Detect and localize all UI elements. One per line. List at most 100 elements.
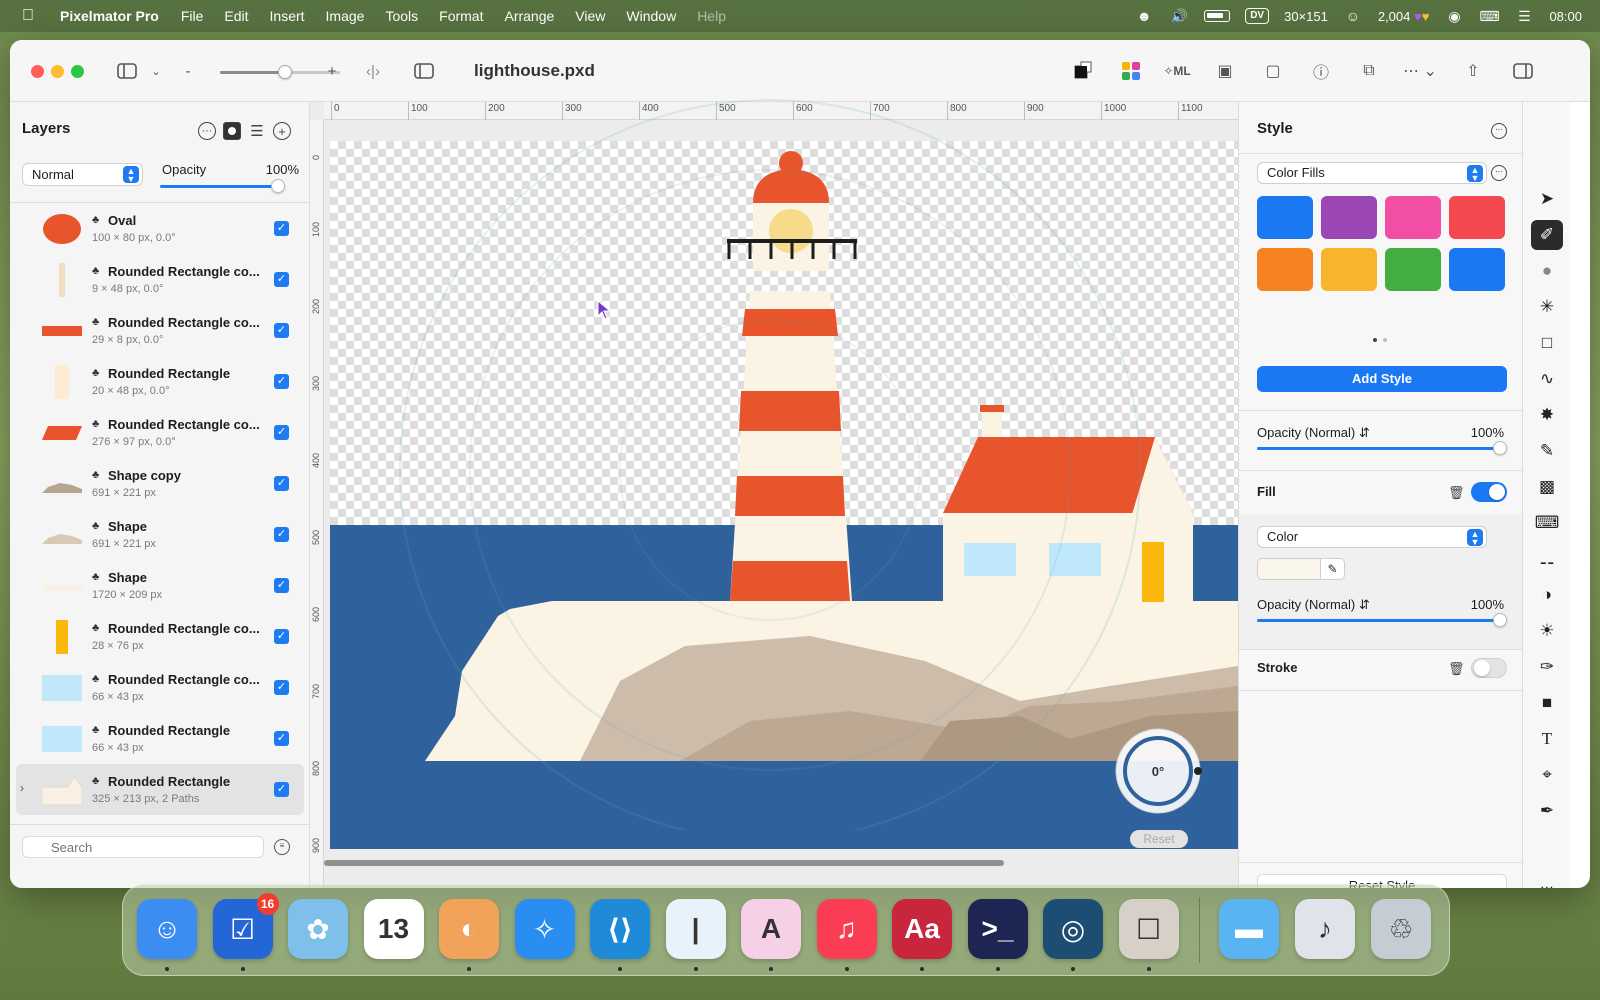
preset-more-icon[interactable]: ⋯ (1491, 165, 1507, 181)
points-readout[interactable]: 2,004 ♥♥ (1378, 9, 1430, 24)
calendar-icon[interactable]: 13 (363, 899, 424, 959)
fill-delete-icon[interactable]: 🗑 (1448, 485, 1465, 500)
folder-icon[interactable]: ▬ (1219, 899, 1279, 959)
paint-tool-icon[interactable]: ✎ (1531, 436, 1563, 466)
blend-mode-select[interactable]: Normal ▲ ▼ (22, 163, 143, 186)
rotate-icon[interactable]: ⧉ (1356, 59, 1382, 83)
battery-icon[interactable] (1204, 10, 1231, 22)
share-icon[interactable]: ⇧ (1460, 59, 1486, 83)
layer-row[interactable]: ♣ Rounded Rectangle co... 66 × 43 px ✓ (10, 662, 310, 713)
style-tool-icon[interactable]: ✐ (1531, 220, 1563, 250)
clock[interactable]: 08:00 (1549, 9, 1582, 24)
menu-edit[interactable]: Edit (224, 8, 248, 24)
menu-arrange[interactable]: Arrange (504, 8, 554, 24)
menu-window[interactable]: Window (626, 8, 676, 24)
info-icon[interactable]: ⓘ (1308, 59, 1334, 83)
minimize-window-button[interactable] (51, 65, 64, 78)
filter-icon[interactable]: ≡ (274, 839, 290, 855)
menu-app-name[interactable]: Pixelmator Pro (60, 8, 159, 24)
music-icon[interactable]: ♫ (816, 899, 877, 959)
horizontal-scrollbar[interactable] (324, 860, 1004, 866)
rotation-reset-button[interactable]: Reset (1130, 830, 1188, 848)
chevron-down-icon[interactable]: ⌄ (148, 59, 164, 83)
inspector-toggle-icon[interactable] (1510, 59, 1536, 83)
zoom-slider-knob[interactable] (278, 65, 292, 79)
layer-row[interactable]: ♣ Rounded Rectangle 66 × 43 px ✓ (10, 713, 310, 764)
layer-row[interactable]: ♣ Shape 691 × 221 px ✓ (10, 509, 310, 560)
layer-visibility-checkbox[interactable]: ✓ (274, 425, 289, 440)
pixelmator-icon[interactable]: ◐ (439, 899, 499, 959)
finder-icon[interactable]: ☺ (137, 899, 197, 959)
stroke-toggle[interactable] (1471, 658, 1507, 678)
remove-background-icon[interactable]: ▢ (1260, 59, 1286, 83)
audio-icon[interactable]: ♪ (1295, 899, 1355, 959)
style-swatch[interactable] (1449, 196, 1505, 239)
browser-sidebar-icon[interactable] (412, 59, 436, 83)
layer-search-input[interactable] (22, 836, 264, 858)
color-swap-icon[interactable] (1070, 59, 1096, 83)
style-swatch[interactable] (1257, 248, 1313, 291)
fill-type-select[interactable]: Color ▲ ▼ (1257, 526, 1487, 548)
zoom-in-button[interactable]: + (326, 59, 338, 83)
layer-row[interactable]: ♣ Rounded Rectangle co... 9 × 48 px, 0.0° ✓ (10, 254, 310, 305)
layer-visibility-checkbox[interactable]: ✓ (274, 323, 289, 338)
dictionary-icon[interactable]: Aa (892, 899, 952, 959)
editor-icon[interactable]: | (665, 899, 726, 959)
crop-tool-icon[interactable]: ⌖ (1531, 760, 1563, 790)
layer-row[interactable]: ♣ Rounded Rectangle co... 28 × 76 px ✓ (10, 611, 310, 662)
layer-visibility-checkbox[interactable]: ✓ (274, 527, 289, 542)
top-ruler[interactable]: 0 100 200 300 400 500 600 700 800 900 1000 1100 (324, 102, 1238, 120)
terminal-icon[interactable]: >_ (967, 899, 1028, 959)
layer-stack-icon[interactable]: ☰ (248, 122, 266, 140)
layer-visibility-checkbox[interactable]: ✓ (274, 578, 289, 593)
palette-icon[interactable]: ☻ (1134, 6, 1154, 26)
effects-tool-icon[interactable]: ✳ (1531, 292, 1563, 322)
selection-tool-icon[interactable]: □ (1531, 328, 1563, 358)
design-icon[interactable]: A (741, 899, 801, 959)
layer-visibility-checkbox[interactable]: ✓ (274, 272, 289, 287)
control-center-icon[interactable]: ☰ (1514, 6, 1534, 26)
close-window-button[interactable] (31, 65, 44, 78)
menu-view[interactable]: View (575, 8, 605, 24)
fill-opacity-knob[interactable] (1493, 613, 1507, 627)
layer-row[interactable]: ♣ Oval 100 × 80 px, 0.0° ✓ (10, 203, 310, 254)
globe-icon[interactable]: ◎ (1043, 899, 1103, 959)
style-swatch[interactable] (1449, 248, 1505, 291)
layer-row[interactable]: › ♣ Rounded Rectangle 325 × 213 px, 2 Paths… (16, 764, 304, 815)
layer-row[interactable]: ♣ Rounded Rectangle co... 29 × 8 px, 0.0° ✓ (10, 305, 310, 356)
style-swatch[interactable] (1257, 196, 1313, 239)
tasks-icon[interactable]: ☑ 16 (212, 893, 279, 959)
menu-help[interactable]: Help (697, 8, 726, 24)
apple-icon[interactable]:  (22, 7, 42, 25)
eyedropper-tool-icon[interactable]: ✒ (1531, 796, 1563, 826)
stroke-delete-icon[interactable]: 🗑 (1448, 661, 1465, 676)
style-swatch[interactable] (1385, 248, 1441, 291)
left-ruler[interactable]: 0 100 200 300 400 500 600 700 800 900 (310, 120, 324, 888)
page-dot-active[interactable] (1373, 338, 1377, 342)
pen-tool-icon[interactable]: ✑ (1531, 652, 1563, 682)
chevron-right-icon[interactable]: › (20, 781, 24, 795)
fill-opacity-slider[interactable] (1257, 613, 1507, 627)
menu-image[interactable]: Image (326, 8, 365, 24)
add-layer-icon[interactable]: + (273, 122, 291, 140)
artwork-canvas[interactable] (330, 141, 1238, 849)
sidebar-toggle-icon[interactable] (116, 59, 138, 83)
layer-row[interactable]: ♣ Rounded Rectangle co... 276 × 97 px, 0.0… (10, 407, 310, 458)
color-adjust-icon[interactable] (1118, 59, 1144, 83)
menu-tools[interactable]: Tools (385, 8, 418, 24)
menu-format[interactable]: Format (439, 8, 483, 24)
trash-icon[interactable]: ♲ (1371, 899, 1431, 959)
user-icon[interactable]: ☺ (1343, 6, 1363, 26)
type-tool-icon[interactable]: T (1531, 724, 1563, 754)
fill-toggle[interactable] (1471, 482, 1507, 502)
style-swatch[interactable] (1321, 248, 1377, 291)
layer-opacity-knob[interactable] (271, 179, 285, 193)
menu-file[interactable]: File (181, 8, 204, 24)
keyboard-icon[interactable]: ⌨ (1479, 6, 1499, 26)
ml-enhance-icon[interactable]: ✧ML (1163, 59, 1190, 83)
distort-tool-icon[interactable]: ◑ (1531, 580, 1563, 610)
eyedropper-icon[interactable]: ✎ (1321, 558, 1345, 580)
eraser-tool-icon[interactable]: ⌨ (1531, 508, 1563, 538)
fill-color-well[interactable] (1257, 558, 1321, 580)
layer-row[interactable]: ♣ Shape copy 691 × 221 px ✓ (10, 458, 310, 509)
